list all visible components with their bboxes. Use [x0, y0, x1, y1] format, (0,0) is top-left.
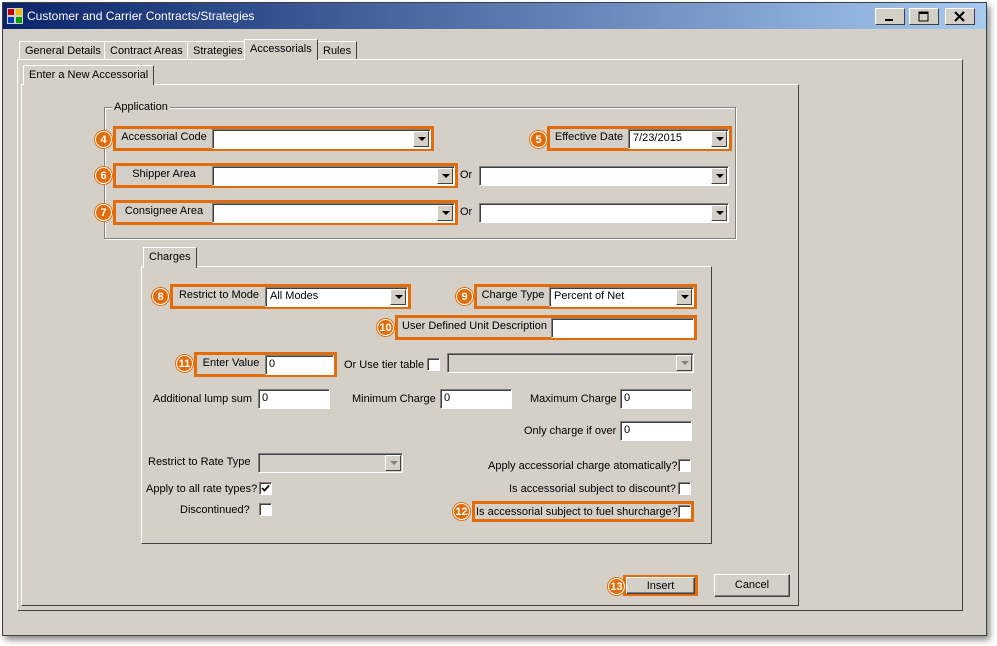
chevron-down-icon[interactable] — [676, 289, 692, 305]
minimize-button[interactable] — [875, 8, 905, 25]
application-legend: Application — [112, 101, 170, 113]
consignee-or-label: Or — [460, 206, 473, 218]
tab-rules[interactable]: Rules — [317, 41, 358, 60]
charge-if-over-input[interactable]: 0 — [620, 421, 692, 441]
fuel-surcharge-label: Is accessorial subject to fuel shurcharg… — [476, 506, 678, 518]
min-charge-label: Minimum Charge — [352, 393, 436, 405]
max-charge-label: Maximum Charge — [530, 393, 617, 405]
all-rate-types-checkbox[interactable] — [259, 482, 272, 495]
unit-description-label: User Defined Unit Description — [398, 318, 551, 337]
tab-enter-new-accessorial[interactable]: Enter a New Accessorial — [23, 65, 155, 85]
insert-button[interactable]: Insert — [626, 577, 695, 594]
step-badge-7: 7 — [95, 204, 112, 221]
rate-type-label: Restrict to Rate Type — [148, 456, 251, 468]
accessorial-code-label: Accessorial Code — [116, 129, 212, 148]
shipper-area-label: Shipper Area — [116, 166, 212, 185]
auto-apply-checkbox[interactable] — [678, 459, 691, 472]
lump-sum-input[interactable]: 0 — [258, 389, 330, 409]
close-button[interactable] — [945, 8, 975, 25]
lump-sum-label: Additional lump sum — [153, 393, 253, 405]
effective-date-value: 7/23/2015 — [633, 132, 682, 144]
tab-charges[interactable]: Charges — [143, 247, 197, 268]
chevron-down-icon[interactable] — [711, 168, 727, 184]
chevron-down-icon[interactable] — [437, 168, 453, 184]
maximize-icon — [918, 11, 929, 22]
restrict-mode-label: Restrict to Mode — [173, 287, 265, 306]
app-icon — [7, 8, 23, 24]
all-rate-types-label: Apply to all rate types? — [146, 483, 258, 495]
maximize-button[interactable] — [909, 8, 939, 25]
step-badge-12: 12 — [453, 503, 470, 520]
tier-table-select[interactable] — [447, 353, 694, 373]
effective-date-picker[interactable]: 7/23/2015 — [628, 129, 729, 149]
effective-date-label: Effective Date — [550, 129, 628, 148]
cancel-button[interactable]: Cancel — [714, 574, 790, 597]
step-badge-11: 11 — [176, 355, 193, 372]
checkmark-icon — [261, 484, 270, 492]
max-charge-input[interactable]: 0 — [620, 389, 692, 409]
discontinued-label: Discontinued? — [180, 504, 250, 516]
chevron-down-icon[interactable] — [711, 131, 727, 147]
window-title: Customer and Carrier Contracts/Strategie… — [27, 9, 255, 23]
title-bar: Customer and Carrier Contracts/Strategie… — [3, 3, 986, 29]
restrict-mode-value: All Modes — [270, 290, 319, 302]
tab-accessorials[interactable]: Accessorials — [244, 39, 318, 60]
tab-general-details[interactable]: General Details — [19, 41, 107, 60]
minimize-icon — [885, 19, 893, 21]
accessorial-code-select[interactable] — [212, 129, 431, 149]
discount-label: Is accessorial subject to discount? — [509, 483, 676, 495]
restrict-mode-select[interactable]: All Modes — [265, 287, 408, 307]
step-badge-6: 6 — [95, 167, 112, 184]
discontinued-checkbox[interactable] — [259, 503, 272, 516]
tier-table-checkbox[interactable] — [427, 358, 440, 371]
step-badge-9: 9 — [456, 288, 473, 305]
shipper-area-alt-select[interactable] — [479, 166, 729, 186]
tab-strategies[interactable]: Strategies — [187, 41, 249, 60]
tier-table-label: Or Use tier table — [344, 359, 425, 371]
chevron-down-icon[interactable] — [385, 455, 401, 471]
min-charge-input[interactable]: 0 — [440, 389, 512, 409]
chevron-down-icon[interactable] — [390, 289, 406, 305]
step-badge-5: 5 — [530, 131, 547, 148]
charge-if-over-label: Only charge if over — [524, 425, 617, 437]
unit-description-input[interactable] — [551, 318, 694, 338]
chevron-down-icon[interactable] — [711, 205, 727, 221]
step-badge-10: 10 — [377, 319, 394, 336]
discount-checkbox[interactable] — [678, 482, 691, 495]
consignee-area-alt-select[interactable] — [479, 203, 729, 223]
close-icon — [954, 11, 965, 22]
charge-type-select[interactable]: Percent of Net — [549, 287, 694, 307]
auto-apply-label: Apply accessorial charge atomatically? — [488, 460, 678, 472]
consignee-area-label: Consignee Area — [116, 203, 212, 222]
enter-value-input[interactable]: 0 — [265, 355, 334, 375]
step-badge-4: 4 — [95, 131, 112, 148]
consignee-area-select[interactable] — [212, 203, 455, 223]
step-badge-13: 13 — [608, 578, 625, 595]
shipper-or-label: Or — [460, 169, 473, 181]
rate-type-select[interactable] — [258, 453, 403, 473]
fuel-surcharge-checkbox[interactable] — [678, 505, 691, 518]
chevron-down-icon[interactable] — [413, 131, 429, 147]
contracts-window: Customer and Carrier Contracts/Strategie… — [2, 2, 987, 636]
enter-value-label: Enter Value — [197, 355, 265, 374]
charge-type-value: Percent of Net — [554, 290, 625, 302]
chevron-down-icon[interactable] — [437, 205, 453, 221]
step-badge-8: 8 — [152, 288, 169, 305]
chevron-down-icon[interactable] — [676, 355, 692, 371]
tab-contract-areas[interactable]: Contract Areas — [104, 41, 189, 60]
shipper-area-select[interactable] — [212, 166, 455, 186]
charge-type-label: Charge Type — [477, 287, 549, 306]
